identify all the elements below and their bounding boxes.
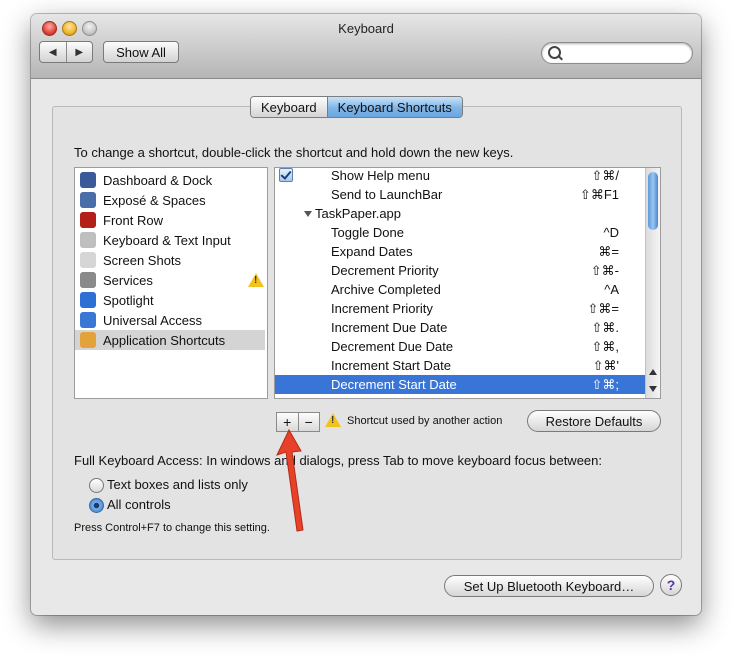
annotation-arrow-icon (276, 428, 304, 532)
